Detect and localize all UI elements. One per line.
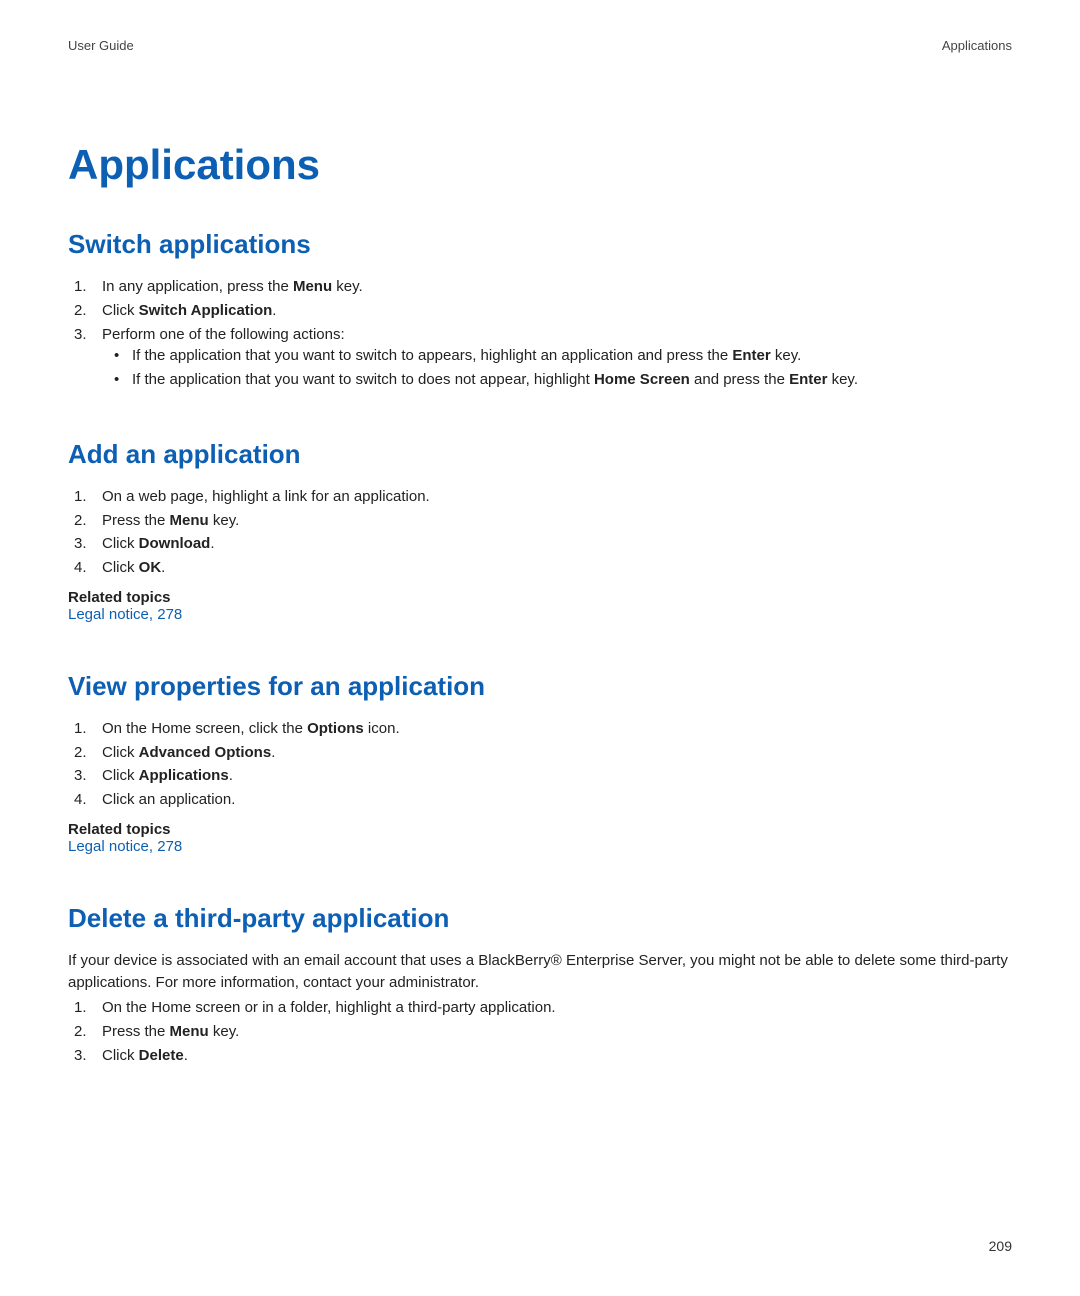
step-item: Click OK. xyxy=(70,557,1012,579)
step-text: . xyxy=(229,767,233,784)
step-text: Click xyxy=(102,559,139,576)
step-item: Click Switch Application. xyxy=(70,300,1012,322)
step-list: On the Home screen, click the Options ic… xyxy=(68,718,1012,811)
step-text: key. xyxy=(209,1023,240,1040)
step-item: Click an application. xyxy=(70,789,1012,811)
step-text: Click xyxy=(102,302,139,319)
related-topics-link[interactable]: Legal notice, 278 xyxy=(68,838,1012,855)
step-text: . xyxy=(161,559,165,576)
step-bold: Menu xyxy=(293,278,332,295)
section-intro: If your device is associated with an ema… xyxy=(68,950,1012,994)
step-text: Press the xyxy=(102,1023,170,1040)
step-list: On the Home screen or in a folder, highl… xyxy=(68,997,1012,1066)
sub-bold: Home Screen xyxy=(594,371,690,388)
step-text: In any application, press the xyxy=(102,278,293,295)
section-heading: Delete a third-party application xyxy=(68,903,1012,934)
sub-text: key. xyxy=(827,371,858,388)
step-text: icon. xyxy=(364,720,400,737)
step-item: Perform one of the following actions: If… xyxy=(70,324,1012,391)
section-delete-third-party: Delete a third-party application If your… xyxy=(68,903,1012,1067)
step-text: On a web page, highlight a link for an a… xyxy=(102,488,430,505)
step-item: Press the Menu key. xyxy=(70,1021,1012,1043)
page-header: User Guide Applications xyxy=(68,38,1012,53)
section-add-application: Add an application On a web page, highli… xyxy=(68,439,1012,623)
step-list: In any application, press the Menu key. … xyxy=(68,276,1012,391)
sub-text: key. xyxy=(771,347,802,364)
step-item: On the Home screen, click the Options ic… xyxy=(70,718,1012,740)
step-list: On a web page, highlight a link for an a… xyxy=(68,486,1012,579)
step-bold: OK xyxy=(139,559,162,576)
step-item: Click Applications. xyxy=(70,765,1012,787)
header-left: User Guide xyxy=(68,38,134,53)
step-text: key. xyxy=(332,278,363,295)
section-heading: Switch applications xyxy=(68,229,1012,260)
step-item: Click Advanced Options. xyxy=(70,742,1012,764)
step-bold: Advanced Options xyxy=(139,744,272,761)
sub-bold: Enter xyxy=(732,347,770,364)
sub-bold: Enter xyxy=(789,371,827,388)
step-item: Click Delete. xyxy=(70,1045,1012,1067)
step-text: Click xyxy=(102,535,139,552)
section-heading: View properties for an application xyxy=(68,671,1012,702)
step-bold: Switch Application xyxy=(139,302,273,319)
sub-item: If the application that you want to swit… xyxy=(114,369,1012,391)
step-text: . xyxy=(272,302,276,319)
step-text: Click an application. xyxy=(102,791,235,808)
step-text: key. xyxy=(209,512,240,529)
step-bold: Menu xyxy=(170,512,209,529)
step-item: In any application, press the Menu key. xyxy=(70,276,1012,298)
sub-text: If the application that you want to swit… xyxy=(132,347,732,364)
step-text: . xyxy=(210,535,214,552)
step-text: . xyxy=(271,744,275,761)
sub-text: If the application that you want to swit… xyxy=(132,371,594,388)
step-item: Press the Menu key. xyxy=(70,510,1012,532)
step-item: On the Home screen or in a folder, highl… xyxy=(70,997,1012,1019)
step-text: . xyxy=(184,1047,188,1064)
step-text: Click xyxy=(102,767,139,784)
step-text: Press the xyxy=(102,512,170,529)
page-title: Applications xyxy=(68,141,1012,189)
section-view-properties: View properties for an application On th… xyxy=(68,671,1012,855)
step-item: Click Download. xyxy=(70,533,1012,555)
step-text: Click xyxy=(102,744,139,761)
step-bold: Download xyxy=(139,535,211,552)
step-text: Click xyxy=(102,1047,139,1064)
header-right: Applications xyxy=(942,38,1012,53)
step-text: On the Home screen, click the xyxy=(102,720,307,737)
step-text: Perform one of the following actions: xyxy=(102,326,345,343)
step-text: On the Home screen or in a folder, highl… xyxy=(102,999,556,1016)
section-heading: Add an application xyxy=(68,439,1012,470)
related-topics-link[interactable]: Legal notice, 278 xyxy=(68,606,1012,623)
step-bold: Menu xyxy=(170,1023,209,1040)
step-bold: Delete xyxy=(139,1047,184,1064)
step-bold: Options xyxy=(307,720,364,737)
sub-text: and press the xyxy=(690,371,789,388)
sub-list: If the application that you want to swit… xyxy=(102,345,1012,391)
step-bold: Applications xyxy=(139,767,229,784)
section-switch-applications: Switch applications In any application, … xyxy=(68,229,1012,391)
related-topics-label: Related topics xyxy=(68,821,1012,838)
step-item: On a web page, highlight a link for an a… xyxy=(70,486,1012,508)
related-topics-label: Related topics xyxy=(68,589,1012,606)
page: User Guide Applications Applications Swi… xyxy=(0,0,1080,1296)
page-number: 209 xyxy=(989,1238,1012,1254)
sub-item: If the application that you want to swit… xyxy=(114,345,1012,367)
